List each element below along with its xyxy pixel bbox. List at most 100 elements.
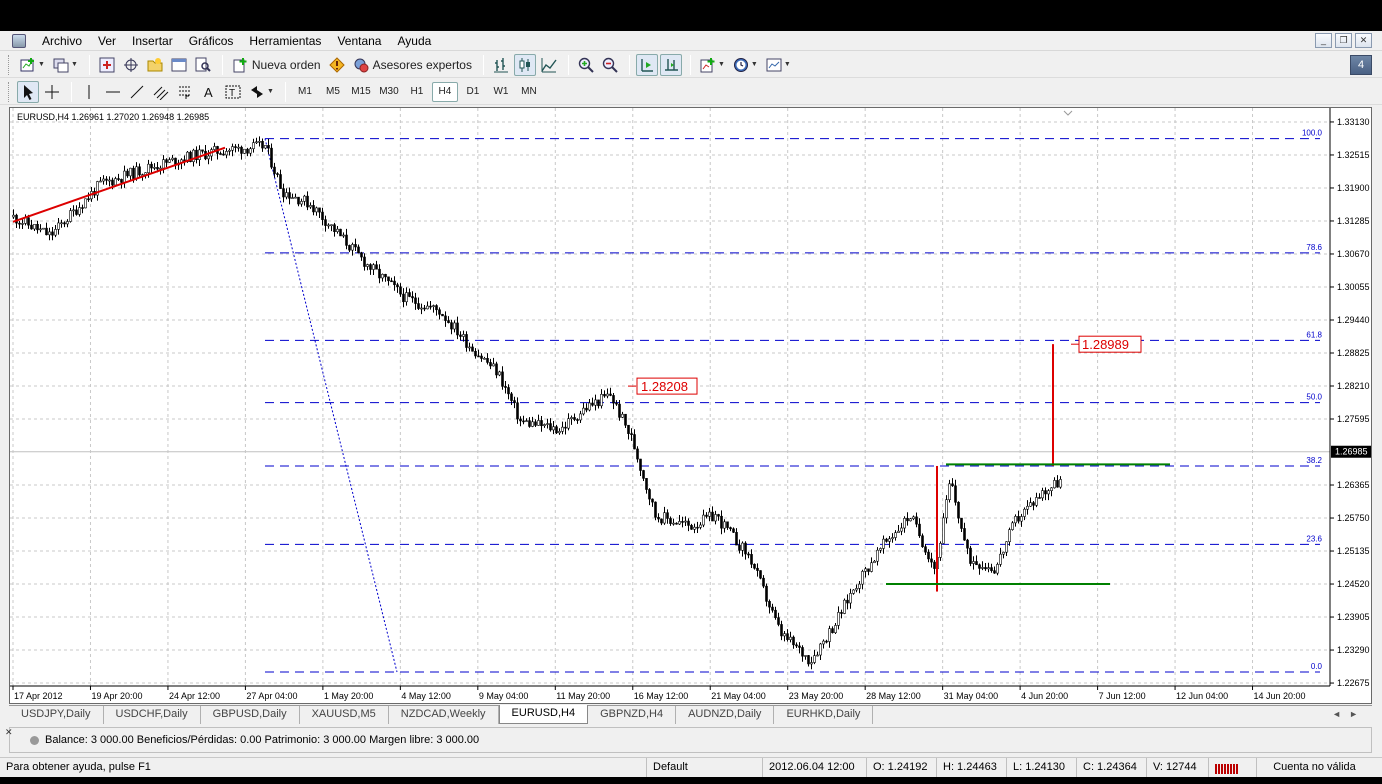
- toolbar-grip[interactable]: [8, 54, 11, 75]
- tab-eurusd-h4[interactable]: EURUSD,H4: [498, 705, 589, 724]
- trendline-button[interactable]: [126, 81, 148, 103]
- chart-window[interactable]: 100.0 78.6 61.8 50.0 38.2 23.6 0.0 1.28208 1.28…: [9, 107, 1372, 704]
- candle-body: [480, 355, 483, 359]
- autotrading-alert-button[interactable]: [326, 54, 348, 76]
- candle-body: [327, 224, 330, 227]
- tab-usdchf-daily[interactable]: USDCHF,Daily: [104, 706, 201, 724]
- candle-body: [546, 423, 549, 425]
- restore-button[interactable]: ❐: [1335, 33, 1352, 48]
- text-label-button[interactable]: T: [222, 81, 244, 103]
- candle-body: [120, 179, 123, 183]
- timeframe-m5[interactable]: M5: [320, 82, 346, 102]
- menu-herramientas[interactable]: Herramientas: [241, 32, 329, 50]
- data-window-button[interactable]: [120, 54, 142, 76]
- tab-audnzd-daily[interactable]: AUDNZD,Daily: [676, 706, 775, 724]
- candle-body: [684, 520, 687, 523]
- candle-body: [147, 163, 150, 173]
- candle-body: [357, 246, 360, 254]
- bar-chart-button[interactable]: [490, 54, 512, 76]
- timeframe-w1[interactable]: W1: [488, 82, 514, 102]
- price-chart[interactable]: 100.078.661.850.038.223.60.0 1.282081.28…: [10, 108, 1371, 703]
- candle-body: [486, 358, 489, 363]
- fib-level-label: 23.6: [1306, 534, 1322, 543]
- zoom-out-button[interactable]: [599, 54, 621, 76]
- new-order-button[interactable]: Nueva orden: [229, 54, 324, 76]
- candle-body: [462, 334, 465, 337]
- chart-shift-button[interactable]: [659, 53, 682, 76]
- horizontal-line-button[interactable]: [102, 81, 124, 103]
- time-tick-label: 14 Jun 20:00: [1254, 691, 1306, 701]
- candle-body: [543, 424, 546, 427]
- tab-gbpnzd-h4[interactable]: GBPNZD,H4: [588, 706, 677, 724]
- vertical-line-button[interactable]: [78, 81, 100, 103]
- candle-body: [717, 514, 720, 517]
- menu-archivo[interactable]: Archivo: [34, 32, 90, 50]
- tab-scroll-arrows-icon[interactable]: ◄►: [1332, 709, 1366, 719]
- timeframe-h1[interactable]: H1: [404, 82, 430, 102]
- strategy-tester-button[interactable]: [192, 54, 214, 76]
- terminal-toggle-button[interactable]: [168, 54, 190, 76]
- notification-badge[interactable]: 4: [1350, 55, 1372, 75]
- menu-graficos[interactable]: Gráficos: [181, 32, 242, 50]
- menu-ayuda[interactable]: Ayuda: [389, 32, 439, 50]
- candle-body: [222, 153, 225, 156]
- candle-body: [321, 211, 324, 220]
- navigator-button[interactable]: [144, 54, 166, 76]
- candle-body: [57, 222, 60, 230]
- arrows-button[interactable]: ▼: [246, 81, 277, 103]
- candle-body: [372, 264, 375, 270]
- candle-body: [12, 214, 15, 218]
- price-tick-label: 1.28210: [1337, 381, 1370, 391]
- auto-scroll-button[interactable]: [635, 53, 658, 76]
- templates-button[interactable]: ▼: [763, 54, 794, 76]
- periods-button[interactable]: ▼: [730, 54, 761, 76]
- candle-body: [756, 567, 759, 571]
- chart-drawings[interactable]: 1.28208 1.28989: [12, 110, 1170, 592]
- timeframe-m30[interactable]: M30: [376, 82, 402, 102]
- cursor-button[interactable]: [17, 80, 39, 103]
- tab-gbpusd-daily[interactable]: GBPUSD,Daily: [201, 706, 300, 724]
- minimize-button[interactable]: _: [1315, 33, 1332, 48]
- status-profile: Default: [647, 758, 763, 777]
- terminal-close-icon[interactable]: ✕: [5, 727, 13, 738]
- candle-body: [636, 448, 639, 460]
- menu-insertar[interactable]: Insertar: [124, 32, 181, 50]
- svg-text:T: T: [229, 88, 235, 99]
- candle-body: [276, 173, 279, 175]
- tab-eurhkd-daily[interactable]: EURHKD,Daily: [774, 706, 874, 724]
- chart-window-icon[interactable]: [12, 33, 26, 48]
- candle-body: [777, 617, 780, 625]
- timeframe-m15[interactable]: M15: [348, 82, 374, 102]
- indicators-button[interactable]: ▼: [697, 54, 728, 76]
- zoom-in-button[interactable]: [575, 54, 597, 76]
- timeframe-h4[interactable]: H4: [431, 81, 458, 102]
- menu-ventana[interactable]: Ventana: [329, 32, 389, 50]
- candle-body: [207, 155, 210, 160]
- candle-body: [720, 515, 723, 529]
- close-button[interactable]: ✕: [1355, 33, 1372, 48]
- fibonacci-retracement[interactable]: 100.0 78.6 61.8 50.0 38.2 23.6 0.0: [264, 129, 1323, 673]
- candle-body: [534, 421, 537, 426]
- tab-usdjpy-daily[interactable]: USDJPY,Daily: [9, 706, 104, 724]
- candle-body: [510, 393, 513, 401]
- fibonacci-button[interactable]: [174, 81, 196, 103]
- tab-nzdcad-weekly[interactable]: NZDCAD,Weekly: [389, 706, 499, 724]
- menu-ver[interactable]: Ver: [90, 32, 124, 50]
- expert-advisors-button[interactable]: Asesores expertos: [350, 54, 475, 76]
- line-chart-button[interactable]: [538, 54, 560, 76]
- horizontal-line-icon: [106, 91, 120, 92]
- candlestick-button[interactable]: [513, 53, 536, 76]
- timeframe-d1[interactable]: D1: [460, 82, 486, 102]
- timeframe-mn[interactable]: MN: [516, 82, 542, 102]
- text-button[interactable]: A: [198, 81, 220, 103]
- time-tick-label: 23 May 20:00: [789, 691, 844, 701]
- tab-xauusd-m5[interactable]: XAUUSD,M5: [300, 706, 389, 724]
- timeframe-m1[interactable]: M1: [292, 82, 318, 102]
- price-tick-label: 1.23905: [1337, 612, 1370, 622]
- equidistant-channel-button[interactable]: [150, 81, 172, 103]
- crosshair-button[interactable]: [41, 81, 63, 103]
- market-watch-button[interactable]: [96, 54, 118, 76]
- new-chart-button[interactable]: ▼: [17, 54, 48, 76]
- profiles-button[interactable]: ▼: [50, 54, 81, 76]
- toolbar-grip[interactable]: [8, 81, 11, 102]
